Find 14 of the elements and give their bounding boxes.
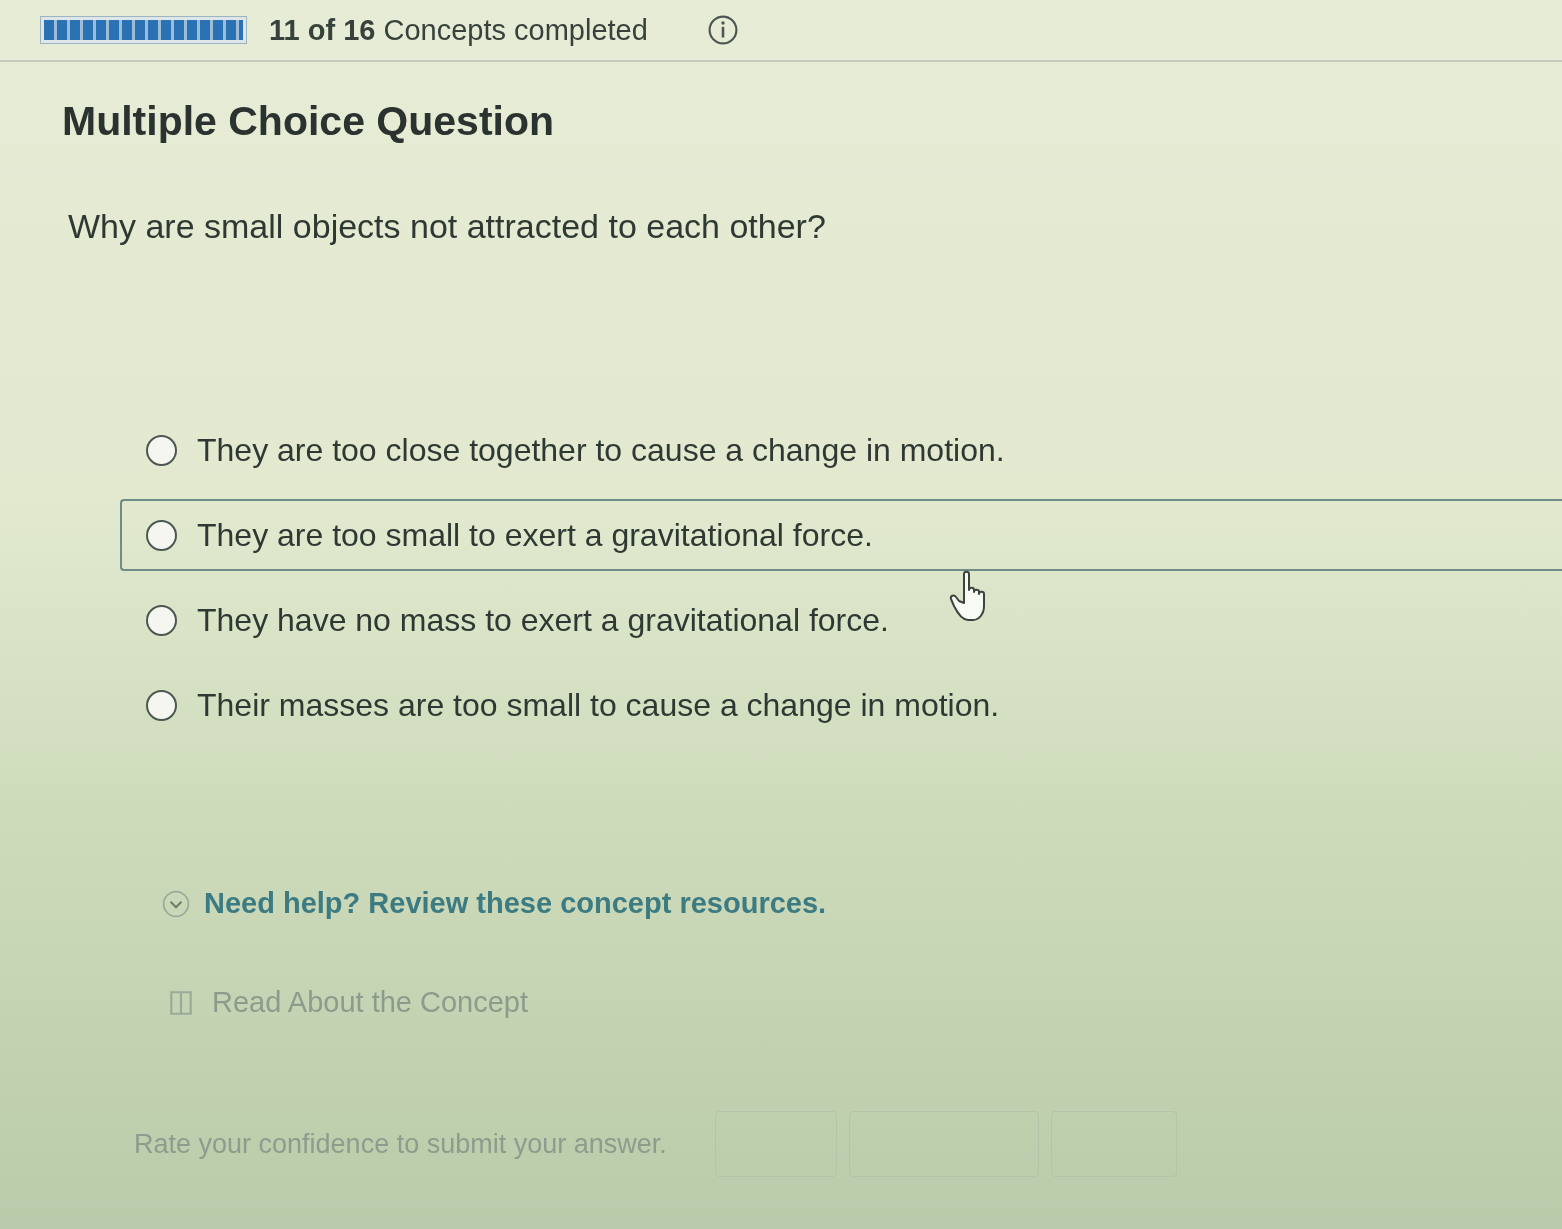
answer-option[interactable]: They have no mass to exert a gravitational force. — [120, 584, 903, 656]
answer-option[interactable]: Their masses are too small to cause a change in motion. — [120, 669, 1014, 741]
radio-button[interactable] — [146, 689, 177, 721]
answer-option[interactable]: They are too small to exert a gravitational force. — [120, 499, 1562, 571]
progress-label: 11 of 16 Concepts completed — [269, 13, 648, 47]
info-icon[interactable] — [707, 15, 738, 45]
book-icon — [168, 988, 194, 1017]
answer-option[interactable]: They are too close together to cause a change in motion. — [120, 414, 1019, 486]
radio-button[interactable] — [146, 604, 177, 636]
question-type-heading: Multiple Choice Question — [62, 98, 555, 145]
radio-button[interactable] — [146, 519, 177, 551]
question-text: Why are small objects not attracted to each other? — [68, 207, 826, 246]
chevron-down-icon[interactable] — [162, 889, 190, 918]
radio-button[interactable] — [146, 434, 177, 466]
